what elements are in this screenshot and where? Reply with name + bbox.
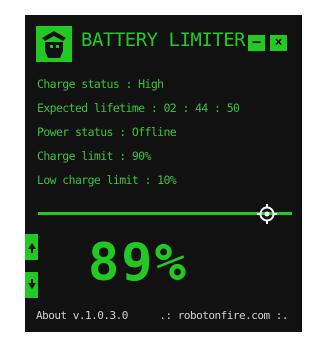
battery-limiter-window: BATTERY LIMITER – × Charge status : High… xyxy=(25,15,302,332)
website-link[interactable]: .: robotonfire.com :. xyxy=(159,309,288,322)
low-charge-limit-text: Low charge limit : 10% xyxy=(37,173,177,187)
side-tab-up[interactable] xyxy=(25,234,38,260)
side-tab-down[interactable] xyxy=(25,272,38,298)
battery-percent-display: 89% xyxy=(88,233,188,293)
title-bar[interactable]: BATTERY LIMITER – × xyxy=(25,15,302,73)
down-arrow-icon xyxy=(28,279,36,289)
robot-logo-icon xyxy=(36,26,72,62)
charge-limit-slider[interactable] xyxy=(38,204,292,224)
about-link[interactable]: About v.1.0.3.0 xyxy=(36,309,128,322)
power-status-text: Power status : Offline xyxy=(37,125,177,139)
expected-lifetime-text: Expected lifetime : 02 : 44 : 50 xyxy=(37,101,240,115)
charge-limit-text: Charge limit : 90% xyxy=(37,149,151,163)
crosshair-thumb-icon[interactable] xyxy=(256,204,277,224)
charge-status-text: Charge status : High xyxy=(37,77,164,91)
up-arrow-icon xyxy=(28,243,36,253)
close-button[interactable]: × xyxy=(270,35,287,51)
app-title: BATTERY LIMITER xyxy=(81,29,246,51)
slider-track[interactable] xyxy=(38,212,292,215)
minimize-button[interactable]: – xyxy=(248,35,265,51)
